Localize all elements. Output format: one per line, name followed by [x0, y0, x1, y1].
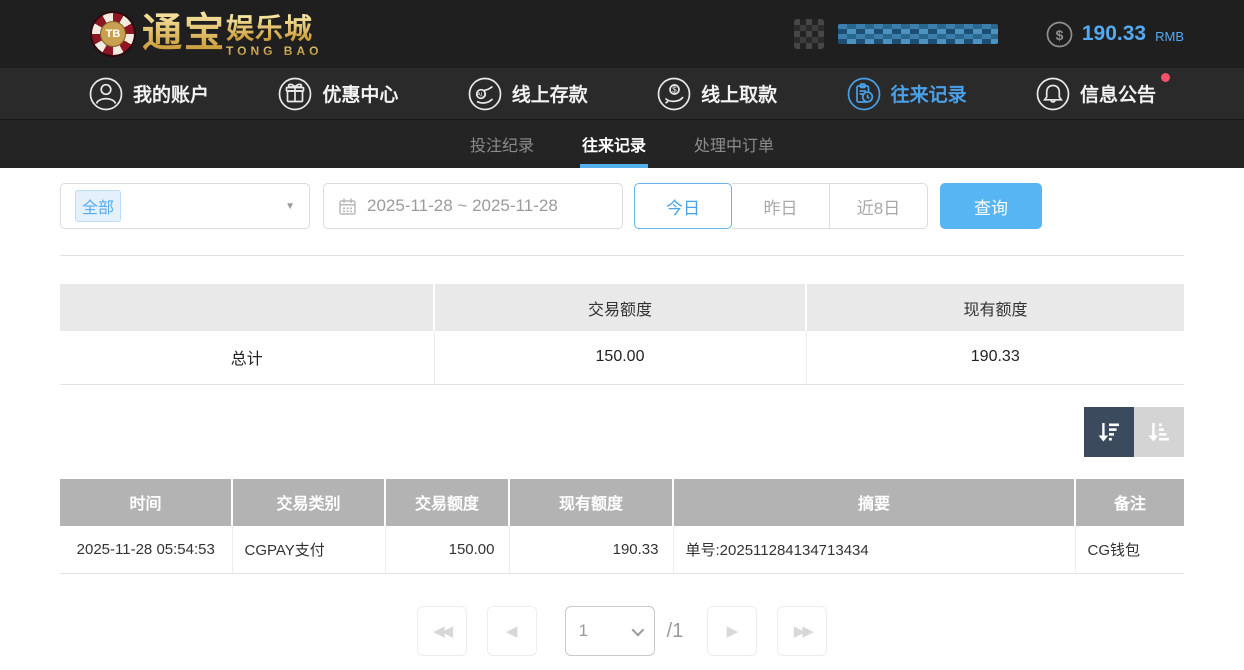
range-last8days-button[interactable]: 近8日 [830, 183, 928, 229]
col-transaction-type: 交易类别 [232, 479, 385, 526]
search-button[interactable]: 查询 [940, 183, 1042, 229]
summary-total-row: 总计 150.00 190.33 [60, 331, 1184, 384]
table-row: 2025-11-28 05:54:53 CGPAY支付 150.00 190.3… [60, 526, 1184, 574]
next-page-button[interactable]: ▶ [707, 606, 757, 656]
tab-transaction-records[interactable]: 往来记录 [580, 120, 648, 168]
nav-item-my-account[interactable]: 我的账户 [88, 76, 209, 112]
records-table: 时间 交易类别 交易额度 现有额度 摘要 备注 2025-11-28 05:54… [60, 479, 1184, 575]
sort-descending-button[interactable] [1084, 407, 1134, 457]
cell-note: CG钱包 [1075, 526, 1184, 574]
sort-descending-icon [1096, 419, 1122, 445]
bell-icon [1035, 76, 1071, 112]
summary-total-transaction: 150.00 [434, 331, 806, 384]
page-select-value: 1 [579, 621, 588, 641]
casino-chip-icon: TB [90, 11, 136, 57]
sort-controls [60, 407, 1184, 457]
range-today-button[interactable]: 今日 [634, 183, 732, 229]
nav-item-transaction-records[interactable]: 往来记录 [846, 76, 967, 112]
col-current-balance: 现有额度 [509, 479, 673, 526]
user-icon [88, 76, 124, 112]
summary-total-label: 总计 [60, 331, 434, 384]
tab-bet-records[interactable]: 投注纪录 [468, 120, 536, 168]
site-logo[interactable]: TB 通宝 娱乐城 TONG BAO [90, 10, 322, 58]
sort-ascending-button[interactable] [1134, 407, 1184, 457]
deposit-icon: AU [467, 76, 503, 112]
date-range-input[interactable]: 2025-11-28 ~ 2025-11-28 [323, 183, 623, 229]
logo-title-en: TONG BAO [226, 44, 322, 58]
summary-col-current-balance: 现有额度 [806, 284, 1184, 331]
gift-icon [277, 76, 313, 112]
logo-title-sub: 娱乐城 [226, 14, 322, 44]
dollar-circle-icon: $ [1046, 21, 1073, 48]
records-header-row: 时间 交易类别 交易额度 现有额度 摘要 备注 [60, 479, 1184, 526]
quick-range-group: 今日 昨日 近8日 [634, 183, 928, 229]
summary-col-blank [60, 284, 434, 331]
last-page-button[interactable]: ▶▶ [777, 606, 827, 656]
summary-total-balance: 190.33 [806, 331, 1184, 384]
balance-amount: 190.33 [1082, 22, 1146, 46]
balance[interactable]: $ 190.33 RMB [1046, 21, 1184, 48]
col-time: 时间 [60, 479, 232, 526]
balance-currency: RMB [1155, 29, 1184, 44]
calendar-icon [338, 197, 357, 216]
first-page-button[interactable]: ◀◀ [417, 606, 467, 656]
cell-transaction-amount: 150.00 [385, 526, 509, 574]
cell-transaction-type: CGPAY支付 [232, 526, 385, 574]
total-pages-label: /1 [667, 620, 684, 643]
svg-text:$: $ [1055, 27, 1063, 43]
col-transaction-amount: 交易额度 [385, 479, 509, 526]
sort-ascending-icon [1146, 419, 1172, 445]
topbar: TB 通宝 娱乐城 TONG BAO $ 190.33 RMB [0, 0, 1244, 68]
summary-header-row: 交易额度 现有额度 [60, 284, 1184, 331]
nav-item-promotions[interactable]: 优惠中心 [277, 76, 398, 112]
logo-title-main: 通宝 [142, 10, 226, 56]
nav-item-withdraw[interactable]: $ 线上取款 [656, 76, 777, 112]
date-range-value: 2025-11-28 ~ 2025-11-28 [367, 196, 558, 216]
page-select[interactable]: 1 [565, 606, 655, 656]
prev-page-button[interactable]: ◀ [487, 606, 537, 656]
svg-text:$: $ [672, 85, 677, 94]
chevron-down-icon [631, 623, 644, 636]
cell-current-balance: 190.33 [509, 526, 673, 574]
transaction-type-select[interactable]: 全部 ▼ [60, 183, 310, 229]
pagination: ◀◀ ◀ 1 /1 ▶ ▶▶ [60, 606, 1184, 656]
chevron-down-icon: ▼ [285, 201, 295, 212]
col-note: 备注 [1075, 479, 1184, 526]
main-nav: 我的账户 优惠中心 AU 线上存款 [0, 68, 1244, 120]
records-icon [846, 76, 882, 112]
withdraw-icon: $ [656, 76, 692, 112]
cell-time: 2025-11-28 05:54:53 [60, 526, 232, 574]
nav-item-deposit[interactable]: AU 线上存款 [467, 76, 588, 112]
svg-text:AU: AU [477, 92, 485, 98]
chip-label: TB [100, 21, 126, 47]
user-avatar-redacted[interactable] [794, 19, 824, 49]
notification-dot [1161, 73, 1170, 82]
summary-table: 交易额度 现有额度 总计 150.00 190.33 [60, 284, 1184, 385]
selected-type-chip: 全部 [75, 190, 121, 222]
logo-title: 通宝 娱乐城 TONG BAO [142, 10, 322, 58]
range-yesterday-button[interactable]: 昨日 [732, 183, 830, 229]
summary-col-transaction-amount: 交易额度 [434, 284, 806, 331]
tab-processing-orders[interactable]: 处理中订单 [692, 120, 776, 168]
record-subtabs: 投注纪录 往来记录 处理中订单 [0, 120, 1244, 168]
username-redacted[interactable] [838, 24, 998, 44]
col-summary: 摘要 [673, 479, 1075, 526]
content-area: 全部 ▼ 2025-11-28 ~ 2025-11-28 今日 昨日 近8日 查… [0, 168, 1244, 656]
cell-summary: 单号:202511284134713434 [673, 526, 1075, 574]
nav-item-announcements[interactable]: 信息公告 [1035, 76, 1156, 112]
filter-row: 全部 ▼ 2025-11-28 ~ 2025-11-28 今日 昨日 近8日 查… [60, 183, 1184, 229]
section-divider [60, 255, 1184, 256]
